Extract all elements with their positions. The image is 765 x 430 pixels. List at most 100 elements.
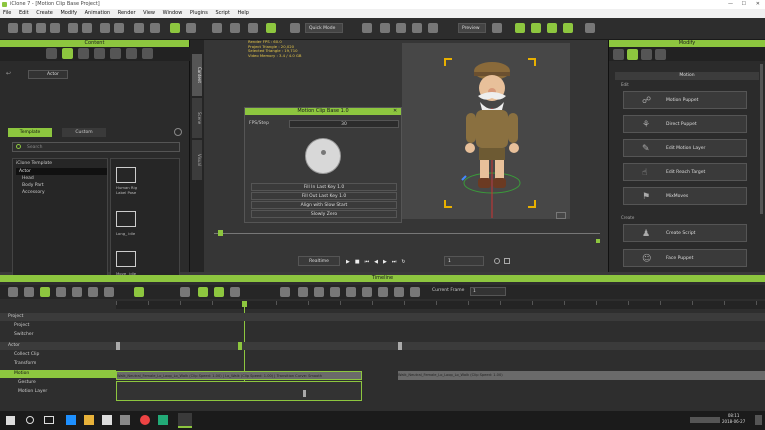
motion-puppet-button[interactable]: ☍ Motion Puppet xyxy=(623,91,747,109)
tab-custom[interactable]: Custom xyxy=(62,128,106,137)
key-marker-icon[interactable] xyxy=(238,342,242,350)
3d-viewport[interactable]: Render FPS : 60.0 Project Triangle : 20,… xyxy=(204,39,608,272)
expand-icon[interactable] xyxy=(410,287,420,297)
paste-key-icon[interactable] xyxy=(330,287,340,297)
side-tab-scene[interactable]: Scene xyxy=(192,98,202,138)
light-icon[interactable] xyxy=(396,23,406,33)
key-marker-icon[interactable] xyxy=(398,342,402,350)
scene-icon[interactable] xyxy=(110,48,121,59)
prev-key-icon[interactable]: ⏮ xyxy=(365,259,375,265)
time-slider-end-icon[interactable] xyxy=(596,239,600,243)
search-icon[interactable] xyxy=(26,416,34,424)
project-icon[interactable] xyxy=(46,48,57,59)
thumbnail-2-icon[interactable] xyxy=(116,251,136,267)
maximize-button[interactable]: ☐ xyxy=(742,0,746,9)
undo-icon[interactable] xyxy=(100,23,110,33)
save-icon[interactable] xyxy=(36,23,46,33)
modify-scrollbar[interactable] xyxy=(760,64,763,214)
puppet-icon[interactable] xyxy=(531,23,541,33)
key-marker-icon[interactable] xyxy=(303,390,306,397)
track-label[interactable]: Transform xyxy=(0,361,36,366)
edit-reach-target-button[interactable]: ☝ Edit Reach Target xyxy=(623,163,747,181)
material-tab-icon[interactable] xyxy=(641,49,652,60)
transition-icon[interactable] xyxy=(56,287,66,297)
filter-icon[interactable] xyxy=(180,287,190,297)
folder-icon[interactable] xyxy=(82,23,92,33)
motion-clip-button[interactable]: Slowly Zero xyxy=(251,210,397,218)
redo-icon[interactable] xyxy=(114,23,124,33)
menu-view[interactable]: View xyxy=(143,10,155,16)
video-icon[interactable] xyxy=(492,23,502,33)
thumbnail-1-icon[interactable] xyxy=(116,211,136,227)
edit-motion-layer-button[interactable]: ✎ Edit Motion Layer xyxy=(623,139,747,157)
close-button[interactable]: ✕ xyxy=(756,0,760,9)
media-icon[interactable] xyxy=(126,48,137,59)
next-key-icon[interactable]: ⏭ xyxy=(392,259,402,265)
stage-icon[interactable] xyxy=(94,48,105,59)
layer-icon[interactable] xyxy=(198,287,208,297)
system-tray-icon[interactable] xyxy=(690,417,720,423)
remove-key-icon[interactable] xyxy=(298,287,308,297)
track-label[interactable]: Gesture xyxy=(0,380,36,385)
motion-clip-button[interactable]: Fill In Last Key 1.0 xyxy=(251,183,397,191)
menu-help[interactable]: Help xyxy=(238,10,249,16)
create-script-button[interactable]: ♟ Create Script xyxy=(623,224,747,242)
stop-icon[interactable]: ■ xyxy=(355,259,365,265)
menu-animation[interactable]: Animation xyxy=(85,10,111,16)
time-slider-start-icon[interactable] xyxy=(218,230,223,236)
wireframe-icon[interactable] xyxy=(428,23,438,33)
direct-puppet-button[interactable]: ⚘ Direct Puppet xyxy=(623,115,747,133)
content-nav-path[interactable]: Actor xyxy=(28,70,68,79)
move-icon[interactable] xyxy=(150,23,160,33)
select-icon[interactable] xyxy=(134,23,144,33)
menu-file[interactable]: File xyxy=(3,10,11,16)
motion-tab-icon[interactable] xyxy=(627,49,638,60)
time-slider[interactable] xyxy=(214,233,600,234)
track-label[interactable]: Project xyxy=(0,323,29,328)
windows-start-icon[interactable] xyxy=(6,416,15,425)
frame-field[interactable]: 1 xyxy=(444,256,484,266)
import-icon[interactable] xyxy=(68,23,78,33)
track-label[interactable]: Collect Clip xyxy=(0,352,39,357)
file-explorer-icon[interactable] xyxy=(84,415,94,425)
snap-icon[interactable] xyxy=(230,23,240,33)
tree-item-head[interactable]: Head xyxy=(19,175,107,182)
track-label[interactable]: Motion xyxy=(0,371,29,376)
add-key-icon[interactable] xyxy=(280,287,290,297)
track-list-icon[interactable] xyxy=(8,287,18,297)
new-project-icon[interactable] xyxy=(8,23,18,33)
minimize-button[interactable]: — xyxy=(728,0,733,9)
face-puppet-button[interactable]: ☺ Face Puppet xyxy=(623,249,747,267)
flag-icon[interactable] xyxy=(547,23,557,33)
mail-icon[interactable] xyxy=(120,415,130,425)
motion-clip-track[interactable]: Walk_Neutral_Female_Lo_Loop_Lo_Walk (Cli… xyxy=(116,371,362,380)
notification-icon[interactable] xyxy=(755,415,762,425)
task-view-icon[interactable] xyxy=(44,416,54,424)
prev-key-icon[interactable] xyxy=(346,287,356,297)
camera-view-icon[interactable] xyxy=(380,23,390,33)
rotate-icon[interactable] xyxy=(170,23,180,33)
track-label[interactable]: Actor xyxy=(0,343,20,348)
track-label[interactable]: Motion Layer xyxy=(0,389,47,394)
loop-clip-icon[interactable] xyxy=(104,287,114,297)
modify-tab-icon[interactable] xyxy=(613,49,624,60)
preview-dropdown[interactable]: Preview xyxy=(458,23,486,33)
tree-item-accessory[interactable]: Accessory xyxy=(19,189,107,196)
clock-icon[interactable] xyxy=(494,258,500,264)
dialog-close-icon[interactable]: ✕ xyxy=(393,109,398,114)
motion-layer-track[interactable] xyxy=(116,381,362,401)
actor-icon[interactable] xyxy=(62,48,73,59)
side-tab-content[interactable]: Content xyxy=(192,54,202,96)
timeline-ruler[interactable] xyxy=(116,301,765,309)
chrome-icon[interactable] xyxy=(140,415,150,425)
frame-icon[interactable] xyxy=(290,23,300,33)
first-frame-icon[interactable] xyxy=(378,287,388,297)
menu-window[interactable]: Window xyxy=(163,10,183,16)
key-marker-icon[interactable] xyxy=(116,342,120,350)
grid-icon[interactable] xyxy=(412,23,422,33)
render-icon[interactable] xyxy=(266,23,276,33)
key-icon[interactable] xyxy=(24,287,34,297)
quick-mode-dropdown[interactable]: Quick Mode xyxy=(305,23,343,33)
iclone-taskbar-icon[interactable] xyxy=(178,413,192,428)
tree-item-actor[interactable]: Actor xyxy=(16,168,107,175)
